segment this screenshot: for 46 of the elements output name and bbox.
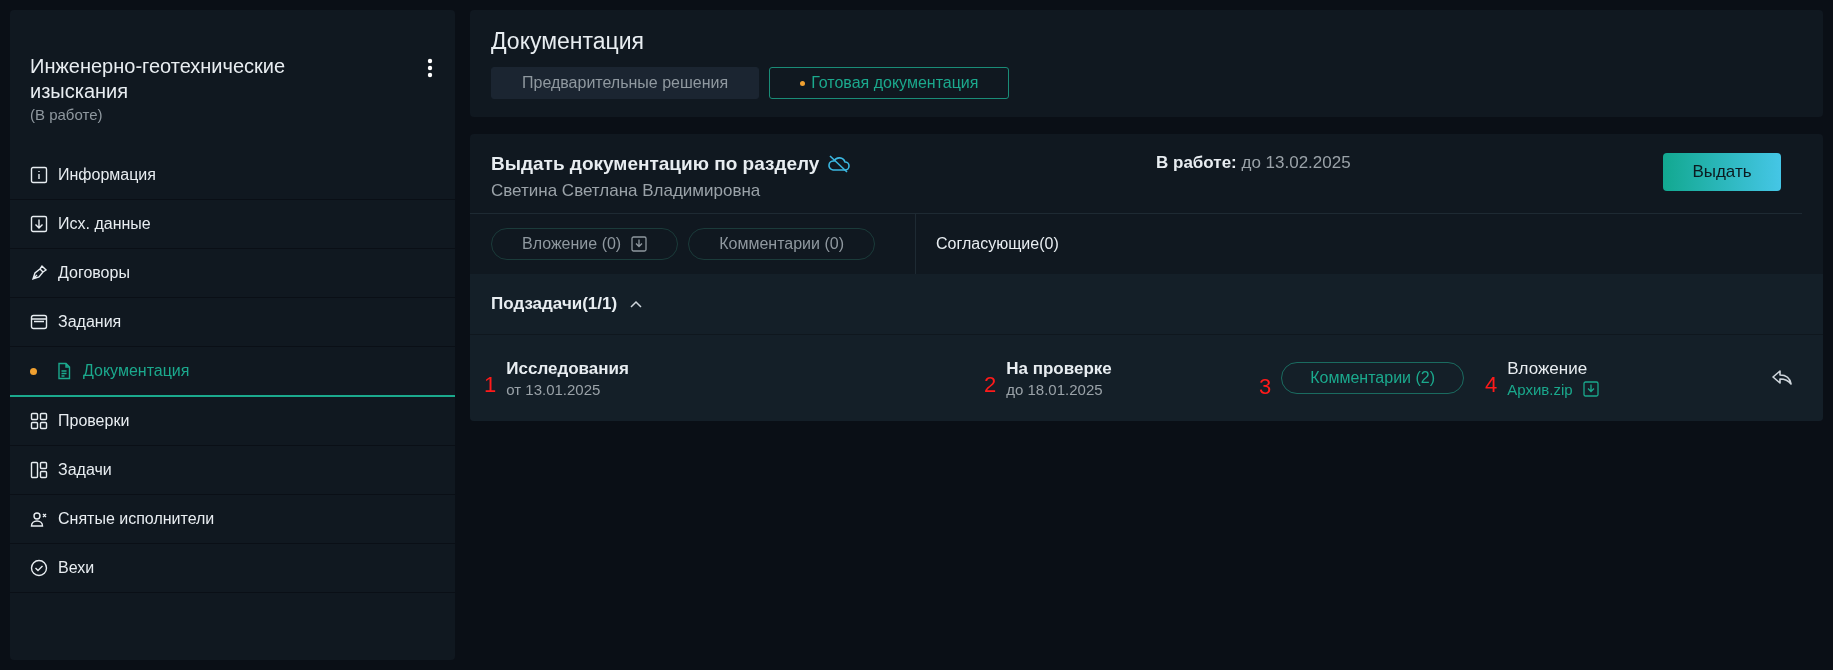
task-deadline: В работе: до 13.02.2025 xyxy=(1156,153,1352,174)
board-icon xyxy=(30,461,48,479)
download-icon[interactable] xyxy=(1582,381,1599,397)
sidebar-item[interactable]: Договоры xyxy=(10,249,455,298)
reply-icon[interactable] xyxy=(1771,369,1793,387)
pen-nib-icon xyxy=(30,264,48,282)
task-title: Выдать документацию по разделу xyxy=(491,153,820,175)
status-dot xyxy=(30,367,37,375)
sidebar-item[interactable]: Информация xyxy=(10,151,455,200)
issue-button[interactable]: Выдать xyxy=(1663,153,1781,191)
attachment-label: Вложение xyxy=(1507,358,1589,379)
subtask-status: На проверке xyxy=(1006,358,1112,379)
cloud-off-icon xyxy=(827,154,852,174)
sidebar-item[interactable]: Исх. данные xyxy=(10,200,455,249)
approvers-label: Согласующие(0) xyxy=(935,234,1059,254)
annotation-number: 4 xyxy=(1485,373,1498,398)
subtask-name: Исследования xyxy=(506,358,629,379)
sidebar-item[interactable]: Вехи xyxy=(10,544,455,593)
sidebar-item[interactable]: Задачи xyxy=(10,446,455,495)
project-title: Инженерно-геотехнические изыскания xyxy=(30,54,287,104)
subtask-date: от 13.01.2025 xyxy=(506,380,602,398)
user-remove-icon xyxy=(30,510,48,528)
subtasks-title: Подзадачи(1/1) xyxy=(491,294,618,314)
assignee-name: Светина Светлана Владимировна xyxy=(491,181,762,201)
subtask-due: до 18.01.2025 xyxy=(1006,380,1104,398)
sidebar-item[interactable]: Проверки xyxy=(10,397,455,446)
sidebar-item[interactable]: Задания xyxy=(10,298,455,347)
check-circle-icon xyxy=(30,559,48,577)
more-menu-icon[interactable] xyxy=(427,58,433,78)
file-link[interactable]: Архив.zip xyxy=(1507,380,1573,398)
tab[interactable]: Предварительные решения xyxy=(491,67,760,99)
annotation-number: 3 xyxy=(1259,376,1272,400)
window-icon xyxy=(30,313,48,331)
tab[interactable]: Готовая документация xyxy=(769,67,1010,99)
annotation-number: 1 xyxy=(484,373,497,398)
annotation-number: 2 xyxy=(984,373,997,398)
info-icon xyxy=(30,166,48,184)
project-status: (В работе) xyxy=(30,106,104,123)
chevron-icon[interactable] xyxy=(629,299,644,309)
sidebar-item[interactable]: Снятые исполнители xyxy=(10,495,455,544)
grid-icon xyxy=(30,412,48,430)
document-icon xyxy=(55,362,73,380)
sidebar-item[interactable]: Документация xyxy=(10,347,455,397)
page-title: Документация xyxy=(491,28,646,55)
download-icon xyxy=(631,236,648,252)
download-icon xyxy=(30,215,48,233)
